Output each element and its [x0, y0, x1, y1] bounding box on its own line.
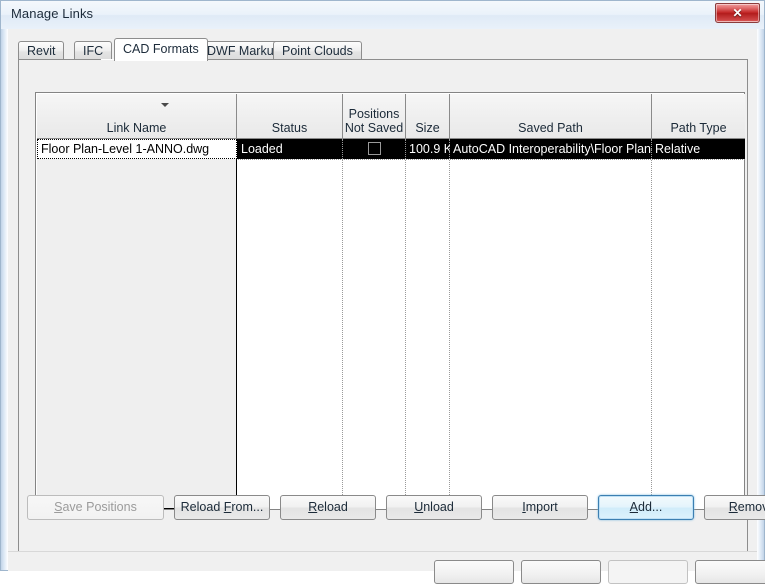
- tab-ifc[interactable]: IFC: [74, 41, 113, 60]
- column-separator-size[interactable]: [405, 139, 407, 509]
- positions-not-saved-checkbox[interactable]: [367, 142, 381, 155]
- column-header-link-name[interactable]: Link Name: [37, 94, 237, 138]
- unload-button[interactable]: Unload: [386, 495, 482, 520]
- column-header-size[interactable]: Size: [406, 94, 450, 138]
- save-positions-button-label: Save Positions: [54, 500, 137, 514]
- column-header-status[interactable]: Status: [237, 94, 343, 138]
- column-separator-positions[interactable]: [342, 139, 344, 509]
- import-button-label: Import: [522, 500, 558, 514]
- cell-path-type[interactable]: Relative: [652, 139, 745, 159]
- cell-positions-not-saved[interactable]: [343, 139, 406, 159]
- column-header-link-name-label: Link Name: [106, 121, 167, 135]
- tab-revit[interactable]: Revit: [18, 41, 65, 60]
- table-row[interactable]: Floor Plan-Level 1-ANNO.dwg Loaded 100.9…: [37, 139, 745, 159]
- reload-from-button-label: Reload From...: [180, 500, 264, 514]
- links-grid[interactable]: Link Name Status Positions Not Saved Siz…: [35, 92, 745, 510]
- remove-button[interactable]: Remove: [704, 495, 765, 520]
- column-header-saved-path[interactable]: Saved Path: [450, 94, 652, 138]
- add-button[interactable]: Add...: [598, 495, 694, 520]
- column-header-positions-not-saved[interactable]: Positions Not Saved: [343, 94, 406, 138]
- ok-button[interactable]: [434, 560, 514, 584]
- import-button[interactable]: Import: [492, 495, 588, 520]
- cell-link-name[interactable]: Floor Plan-Level 1-ANNO.dwg: [37, 139, 237, 159]
- cell-status[interactable]: Loaded: [238, 139, 343, 159]
- dialog-body: Revit IFC CAD Formats DWF Markups Point …: [8, 29, 765, 570]
- cell-saved-path[interactable]: AutoCAD Interoperability\Floor Plan-: [450, 139, 652, 159]
- reload-from-button[interactable]: Reload From...: [174, 495, 270, 520]
- cancel-button[interactable]: [521, 560, 601, 584]
- column-header-saved-path-label: Saved Path: [518, 121, 583, 135]
- tab-strip: Revit IFC CAD Formats DWF Markups Point …: [18, 38, 748, 61]
- apply-button[interactable]: [608, 560, 688, 584]
- sort-descending-icon: [161, 103, 169, 107]
- tab-cad-formats[interactable]: CAD Formats: [114, 38, 208, 61]
- dialog-window: Manage Links ✕ Revit IFC CAD Formats DWF…: [0, 0, 765, 584]
- remove-button-label: Remove: [728, 500, 765, 514]
- column-header-status-label: Status: [271, 121, 308, 135]
- dialog-button-bar: [8, 552, 765, 584]
- close-button[interactable]: ✕: [715, 3, 760, 23]
- column-separator-path-type[interactable]: [651, 139, 653, 509]
- add-button-label: Add...: [629, 500, 663, 514]
- link-name-column-panel: [37, 159, 237, 509]
- column-header-path-type[interactable]: Path Type: [652, 94, 745, 138]
- reload-button-label: Reload: [308, 500, 348, 514]
- tab-point-clouds[interactable]: Point Clouds: [273, 41, 362, 60]
- save-positions-button[interactable]: Save Positions: [27, 495, 164, 520]
- column-header-positions-not-saved-label: Positions Not Saved: [344, 107, 404, 135]
- help-button[interactable]: [695, 560, 765, 584]
- window-title: Manage Links: [11, 6, 94, 21]
- cell-size[interactable]: 100.9 K: [406, 139, 450, 159]
- column-separator-saved-path[interactable]: [449, 139, 451, 509]
- grid-header-row: Link Name Status Positions Not Saved Siz…: [37, 94, 745, 139]
- close-icon: ✕: [732, 6, 743, 20]
- reload-button[interactable]: Reload: [280, 495, 376, 520]
- unload-button-label: Unload: [414, 500, 454, 514]
- column-header-size-label: Size: [415, 121, 440, 135]
- title-bar[interactable]: Manage Links ✕: [1, 1, 764, 29]
- column-header-path-type-label: Path Type: [670, 121, 727, 135]
